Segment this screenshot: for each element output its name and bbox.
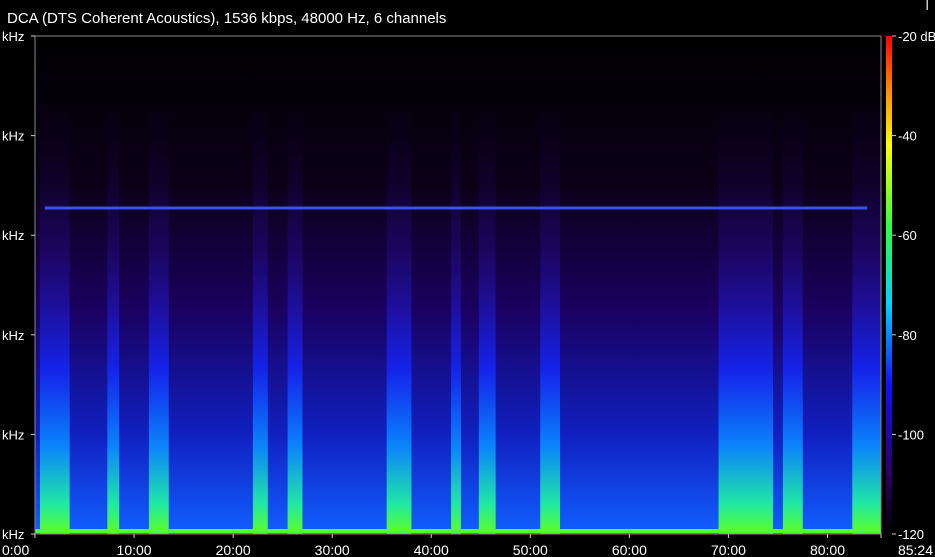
loud-segment-6 (451, 100, 461, 534)
x-tick-label: 30:00 (315, 542, 350, 557)
x-tick-label: 10:00 (117, 542, 152, 557)
loud-segment-11 (852, 100, 881, 534)
spectrogram-chart: kHz kHz kHz kHz kHz kHz 0:00 10:00 20:00 30:00 40… (2, 29, 935, 557)
x-tick-label: 40:00 (414, 542, 449, 557)
x-tick-label: 50:00 (513, 542, 548, 557)
y-tick-label: kHz (2, 29, 24, 44)
colorbar-tick-label: -20 dB (898, 29, 935, 44)
y-tick-label: kHz (2, 527, 24, 542)
colorbar-tick-label: -120 (898, 527, 924, 542)
colorbar-tick-label: -80 (898, 328, 917, 343)
loud-segment-10 (782, 100, 803, 534)
loud-segment-4 (287, 100, 303, 534)
colorbar-tick-label: -100 (898, 427, 924, 442)
colorbar-tick-label: -60 (898, 228, 917, 243)
loud-segment-3 (252, 100, 268, 534)
loud-segment-5 (386, 100, 412, 534)
y-tick-label: kHz (2, 328, 24, 343)
loud-segment-7 (478, 100, 496, 534)
colorbar-ticks: -20 dB -40 -60 -80 -100 -120 (892, 29, 935, 542)
x-tick-label: 85:24 (898, 542, 933, 557)
colorbar (886, 36, 892, 534)
y-tick-label: kHz (2, 228, 24, 243)
y-tick-label: kHz (2, 427, 24, 442)
x-tick-label: 80:00 (810, 542, 845, 557)
loud-segment-0 (39, 100, 70, 534)
colorbar-tick-label: -40 (898, 129, 917, 144)
x-tick-label: 20:00 (216, 542, 251, 557)
x-tick-label: 70:00 (711, 542, 746, 557)
loud-segment-8 (540, 100, 561, 534)
y-tick-label: kHz (2, 129, 24, 144)
loud-segment-1 (107, 100, 120, 534)
y-axis: kHz kHz kHz kHz kHz kHz (2, 29, 35, 542)
x-tick-label: 0:00 (2, 542, 29, 557)
x-axis: 0:00 10:00 20:00 30:00 40:00 50:00 60:00 70:00 8… (2, 534, 933, 557)
loud-segments (39, 100, 881, 534)
loud-segment-9 (718, 100, 774, 534)
loud-segment-2 (148, 100, 169, 534)
x-tick-label: 60:00 (612, 542, 647, 557)
